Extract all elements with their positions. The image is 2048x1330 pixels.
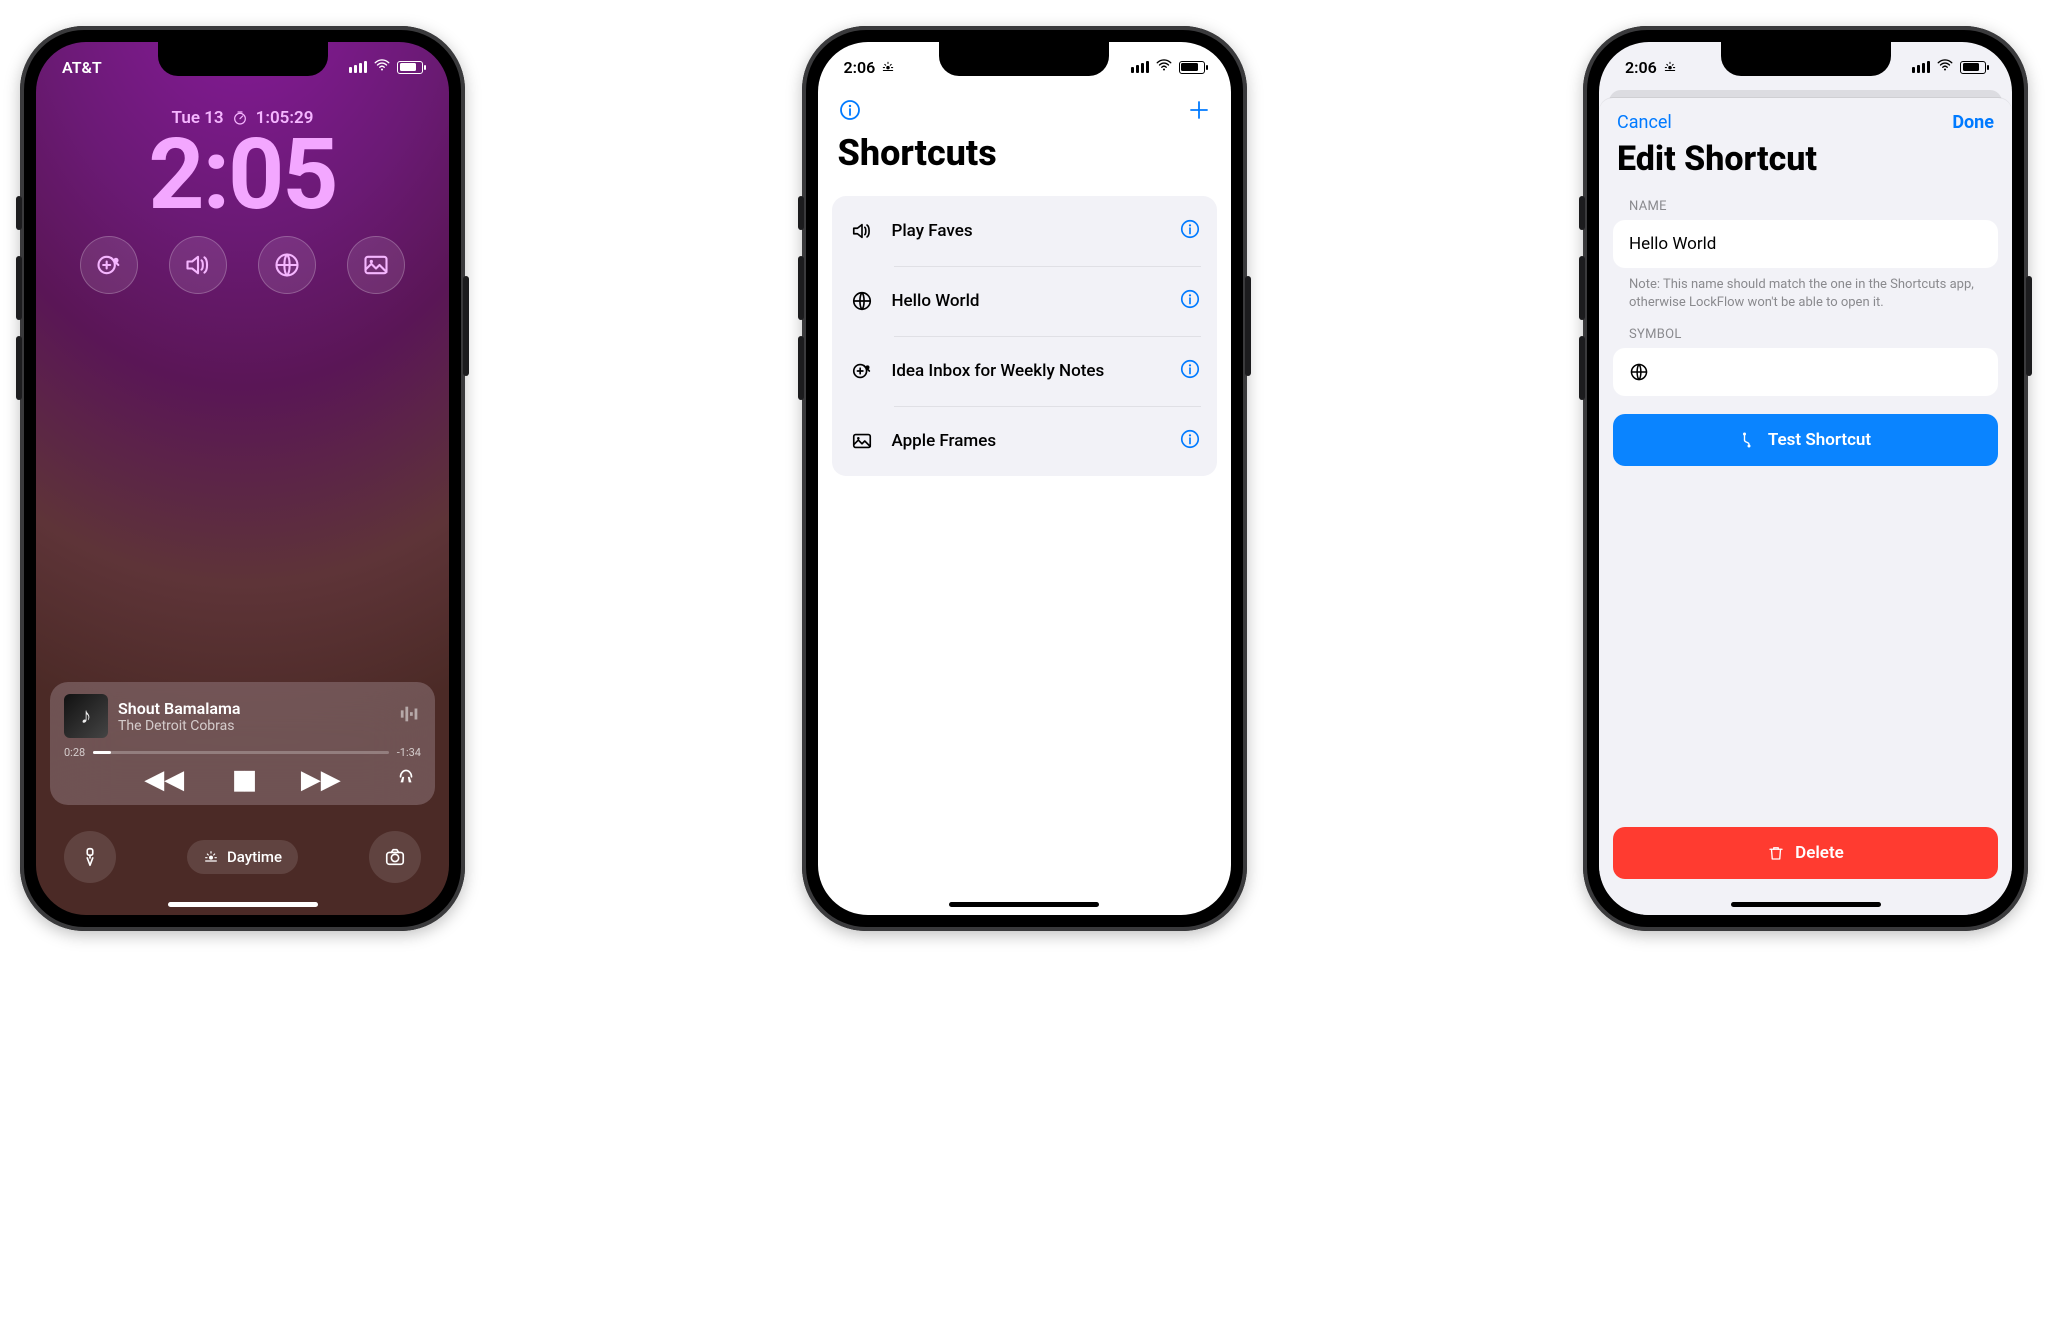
shortcuts-list: Play Faves Hello World Idea Inbox for We… (832, 196, 1217, 476)
focus-label: Daytime (227, 848, 282, 866)
visualizer-icon (399, 703, 421, 729)
name-section-label: NAME (1599, 189, 2012, 220)
flashlight-button[interactable] (64, 831, 116, 883)
add-button[interactable] (1187, 98, 1211, 128)
notch (939, 42, 1109, 76)
test-shortcut-button[interactable]: Test Shortcut (1613, 414, 1998, 466)
shortcut-label: Apple Frames (892, 431, 1163, 451)
test-icon (1740, 431, 1758, 449)
forward-button[interactable]: ▶▶ (301, 765, 341, 795)
home-indicator[interactable] (949, 902, 1099, 907)
page-title: Shortcuts (818, 128, 1231, 188)
wifi-icon (373, 56, 391, 78)
track-title: Shout Bamalama (118, 699, 389, 718)
shortcut-label: Play Faves (892, 221, 1163, 241)
phone-shortcuts-list: 2:06 Shortcuts Play Faves Hello World (802, 26, 1247, 931)
battery-icon (1960, 61, 1986, 74)
widget-play-faves[interactable] (169, 236, 227, 294)
globe-icon (848, 290, 876, 312)
info-button[interactable] (838, 98, 862, 128)
shortcut-row-hello-world[interactable]: Hello World (832, 266, 1217, 336)
done-button[interactable]: Done (1952, 112, 1994, 133)
rewind-button[interactable]: ◀◀ (144, 765, 184, 795)
notch (158, 42, 328, 76)
shortcut-row-apple-frames[interactable]: Apple Frames (832, 406, 1217, 476)
status-time: 2:06 (1625, 58, 1657, 77)
elapsed-label: 0:28 (64, 746, 85, 759)
photo-icon (848, 430, 876, 452)
row-info-button[interactable] (1179, 288, 1201, 314)
trash-icon (1767, 844, 1785, 862)
add-note-icon (848, 360, 876, 382)
name-note: Note: This name should match the one in … (1599, 268, 2012, 317)
delete-label: Delete (1795, 843, 1844, 863)
airplay-icon[interactable] (395, 764, 417, 790)
delete-button[interactable]: Delete (1613, 827, 1998, 879)
status-time: 2:06 (844, 58, 876, 77)
focus-status-icon (1663, 60, 1677, 74)
focus-pill[interactable]: Daytime (187, 840, 298, 874)
battery-icon (397, 61, 423, 74)
shortcut-label: Idea Inbox for Weekly Notes (892, 361, 1163, 381)
cellular-icon (1131, 61, 1149, 73)
speaker-icon (848, 220, 876, 242)
shortcut-label: Hello World (892, 291, 1163, 311)
edit-sheet: Cancel Done Edit Shortcut NAME Hello Wor… (1599, 98, 2012, 915)
home-indicator[interactable] (1731, 902, 1881, 907)
phone-lockscreen: AT&T Tue 13 1:05:29 2:05 ♪ Shout Bamalam… (20, 26, 465, 931)
wifi-icon (1936, 56, 1954, 78)
cellular-icon (1912, 61, 1930, 73)
home-indicator[interactable] (168, 902, 318, 907)
wifi-icon (1155, 56, 1173, 78)
row-info-button[interactable] (1179, 358, 1201, 384)
row-info-button[interactable] (1179, 218, 1201, 244)
globe-icon (1629, 362, 1649, 382)
widget-add-note[interactable] (80, 236, 138, 294)
camera-button[interactable] (369, 831, 421, 883)
name-field[interactable]: Hello World (1613, 220, 1998, 268)
focus-status-icon (881, 60, 895, 74)
shortcut-row-idea-inbox[interactable]: Idea Inbox for Weekly Notes (832, 336, 1217, 406)
cellular-icon (349, 61, 367, 73)
progress-bar[interactable] (93, 751, 389, 754)
notch (1721, 42, 1891, 76)
now-playing-card[interactable]: ♪ Shout Bamalama The Detroit Cobras 0:28… (50, 682, 435, 805)
sheet-title: Edit Shortcut (1599, 133, 2012, 189)
symbol-section-label: SYMBOL (1599, 317, 2012, 348)
carrier-label: AT&T (62, 58, 102, 77)
shortcut-row-play-faves[interactable]: Play Faves (832, 196, 1217, 266)
row-info-button[interactable] (1179, 428, 1201, 454)
widget-row (36, 224, 449, 294)
symbol-field[interactable] (1613, 348, 1998, 396)
widget-apple-frames[interactable] (347, 236, 405, 294)
widget-hello-world[interactable] (258, 236, 316, 294)
cancel-button[interactable]: Cancel (1617, 112, 1672, 133)
test-shortcut-label: Test Shortcut (1768, 430, 1871, 450)
remaining-label: -1:34 (397, 746, 421, 759)
lock-clock: 2:05 (36, 126, 449, 224)
name-field-value: Hello World (1629, 234, 1716, 254)
track-artist: The Detroit Cobras (118, 718, 389, 734)
album-art: ♪ (64, 694, 108, 738)
pause-button[interactable]: ▮▮ (232, 765, 253, 795)
battery-icon (1179, 61, 1205, 74)
phone-edit-shortcut: 2:06 Cancel Done Edit Shortcut NAME Hell… (1583, 26, 2028, 931)
sunrise-icon (203, 849, 219, 865)
